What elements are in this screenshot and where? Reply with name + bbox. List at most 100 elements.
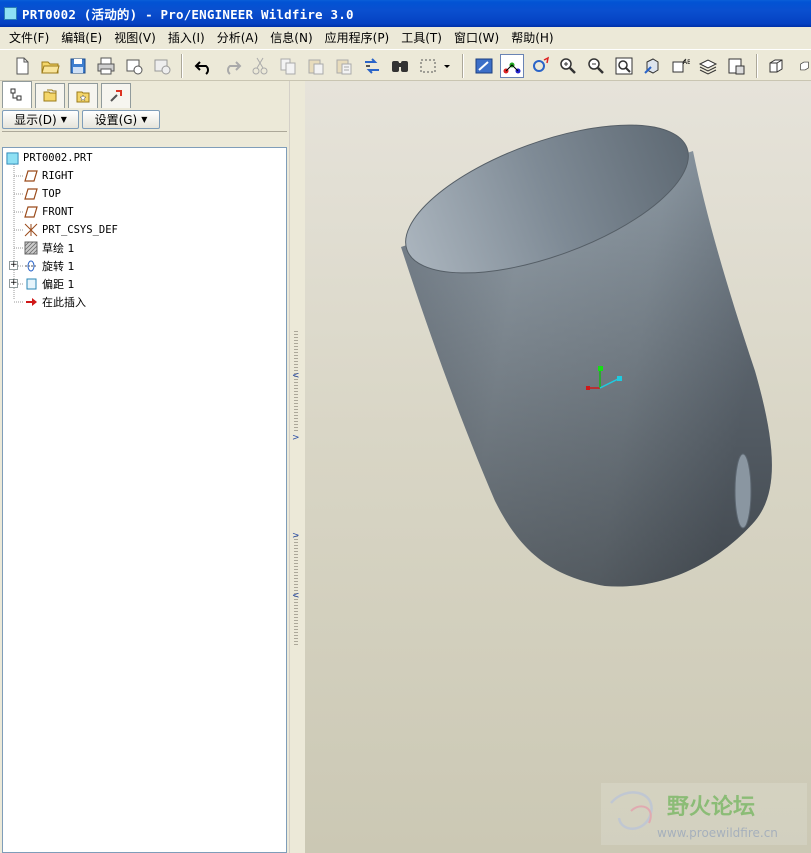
settings-label: 设置(G) [94,113,138,127]
favorites-tab[interactable] [68,83,98,108]
new-file-icon[interactable] [10,54,34,78]
expand-revolve-toggle[interactable]: + [9,261,18,270]
menu-applications[interactable]: 应用程序(P) [319,29,396,46]
tree-item-offset[interactable]: 偏距 1 [24,275,75,293]
sketch-icon [24,241,38,255]
revolve-icon [24,259,38,273]
tree-item-label: PRT0002.PRT [23,152,93,164]
menu-edit[interactable]: 编辑(E) [55,29,108,46]
model-view [401,124,772,587]
forum-watermark: 野火论坛 www.proewildfire.cn [601,783,807,845]
folder-browser-tab[interactable] [35,83,65,108]
menu-tools[interactable]: 工具(T) [395,29,448,46]
toolbar: AB [0,49,811,81]
menu-analysis[interactable]: 分析(A) [211,29,265,46]
paste-special-icon[interactable] [332,54,356,78]
tree-item-revolve[interactable]: 旋转 1 [24,257,75,275]
model-tree-icon [10,88,22,101]
menu-file[interactable]: 文件(F) [3,29,55,46]
offset-icon [24,277,38,291]
zoom-out-icon[interactable] [584,54,608,78]
repaint-icon[interactable] [472,54,496,78]
menu-info[interactable]: 信息(N) [264,29,318,46]
graphics-window[interactable] [305,81,811,853]
display-style-icon-2[interactable] [792,54,811,78]
tree-item-right[interactable]: RIGHT [24,167,74,185]
tree-header-strip [2,131,287,147]
sash-grip[interactable] [294,331,298,431]
undo-icon[interactable] [192,54,216,78]
offset-feature[interactable] [734,453,752,529]
layers-icon[interactable] [696,54,720,78]
view-manager-icon[interactable] [724,54,748,78]
orient-mode-icon[interactable] [528,54,552,78]
open-folder-icon[interactable] [38,54,62,78]
tree-item-top[interactable]: TOP [24,185,61,203]
connections-tab[interactable] [101,83,131,108]
reorient-icon[interactable] [640,54,664,78]
chevron-down-icon: ▼ [141,115,148,124]
tree-item-root[interactable]: PRT0002.PRT [5,149,93,167]
watermark-logo: 野火论坛 www.proewildfire.cn [601,783,807,845]
refit-icon[interactable] [612,54,636,78]
panel-sash[interactable]: < > > < [289,81,305,853]
model-tree-tab[interactable] [2,81,32,108]
regenerate-icon[interactable] [360,54,384,78]
part-icon [5,151,19,165]
datum-plane-icon [24,187,38,201]
tree-item-label: 在此插入 [42,296,86,309]
tools-icon [110,90,122,102]
select-box-icon[interactable] [416,54,440,78]
title-bar: PRT0002 (活动的) - Pro/ENGINEER Wildfire 3.… [0,0,811,27]
settings-dropdown-button[interactable]: 设置(G) ▼ [82,110,160,129]
show-label: 显示(D) [14,113,57,127]
spin-center-icon[interactable] [500,54,524,78]
tree-item-label: 旋转 1 [42,260,75,273]
expand-right-icon[interactable]: > [292,531,300,541]
tree-item-csys[interactable]: PRT_CSYS_DEF [24,221,118,239]
copy-icon[interactable] [276,54,300,78]
menu-window[interactable]: 窗口(W) [448,29,505,46]
zoom-in-icon[interactable] [556,54,580,78]
svg-text:AB: AB [683,59,690,66]
tree-item-label: FRONT [42,206,74,218]
send-mail-icon[interactable] [122,54,146,78]
watermark-url: www.proewildfire.cn [657,826,778,840]
tree-item-label: 偏距 1 [42,278,75,291]
tree-item-label: TOP [42,188,61,200]
tree-item-front[interactable]: FRONT [24,203,74,221]
show-dropdown-button[interactable]: 显示(D) ▼ [2,110,79,129]
insert-here-arrow-icon [24,295,38,309]
find-icon[interactable] [388,54,412,78]
watermark-title: 野火论坛 [667,794,755,820]
app-icon [4,7,17,20]
menu-view[interactable]: 视图(V) [108,29,162,46]
menu-bar: 文件(F) 编辑(E) 视图(V) 插入(I) 分析(A) 信息(N) 应用程序… [0,27,811,48]
tree-buttons: 显示(D) ▼ 设置(G) ▼ [2,110,287,130]
favorites-icon [76,91,90,103]
chevron-down-icon: ▼ [60,115,67,124]
tree-item-sketch[interactable]: 草绘 1 [24,239,75,257]
tree-item-insert-here[interactable]: 在此插入 [24,293,86,311]
folder-browser-icon [43,89,57,102]
display-style-icon[interactable] [764,54,788,78]
print-icon[interactable] [94,54,118,78]
expand-right-icon[interactable]: > [292,433,300,443]
tree-item-label: RIGHT [42,170,74,182]
window-title: PRT0002 (活动的) - Pro/ENGINEER Wildfire 3.… [22,7,354,22]
save-icon[interactable] [66,54,90,78]
menu-insert[interactable]: 插入(I) [162,29,211,46]
paste-icon[interactable] [304,54,328,78]
collapse-left-icon[interactable]: < [292,591,300,601]
menu-help[interactable]: 帮助(H) [505,29,559,46]
cut-icon[interactable] [248,54,272,78]
saved-views-icon[interactable]: AB [668,54,692,78]
csys-icon [24,223,38,237]
select-dropdown-icon[interactable] [440,54,454,78]
tree-item-label: 草绘 1 [42,242,75,255]
mail-gray-icon[interactable] [150,54,174,78]
expand-offset-toggle[interactable]: + [9,279,18,288]
redo-icon[interactable] [220,54,244,78]
collapse-left-icon[interactable]: < [292,371,300,381]
datum-plane-icon [24,169,38,183]
